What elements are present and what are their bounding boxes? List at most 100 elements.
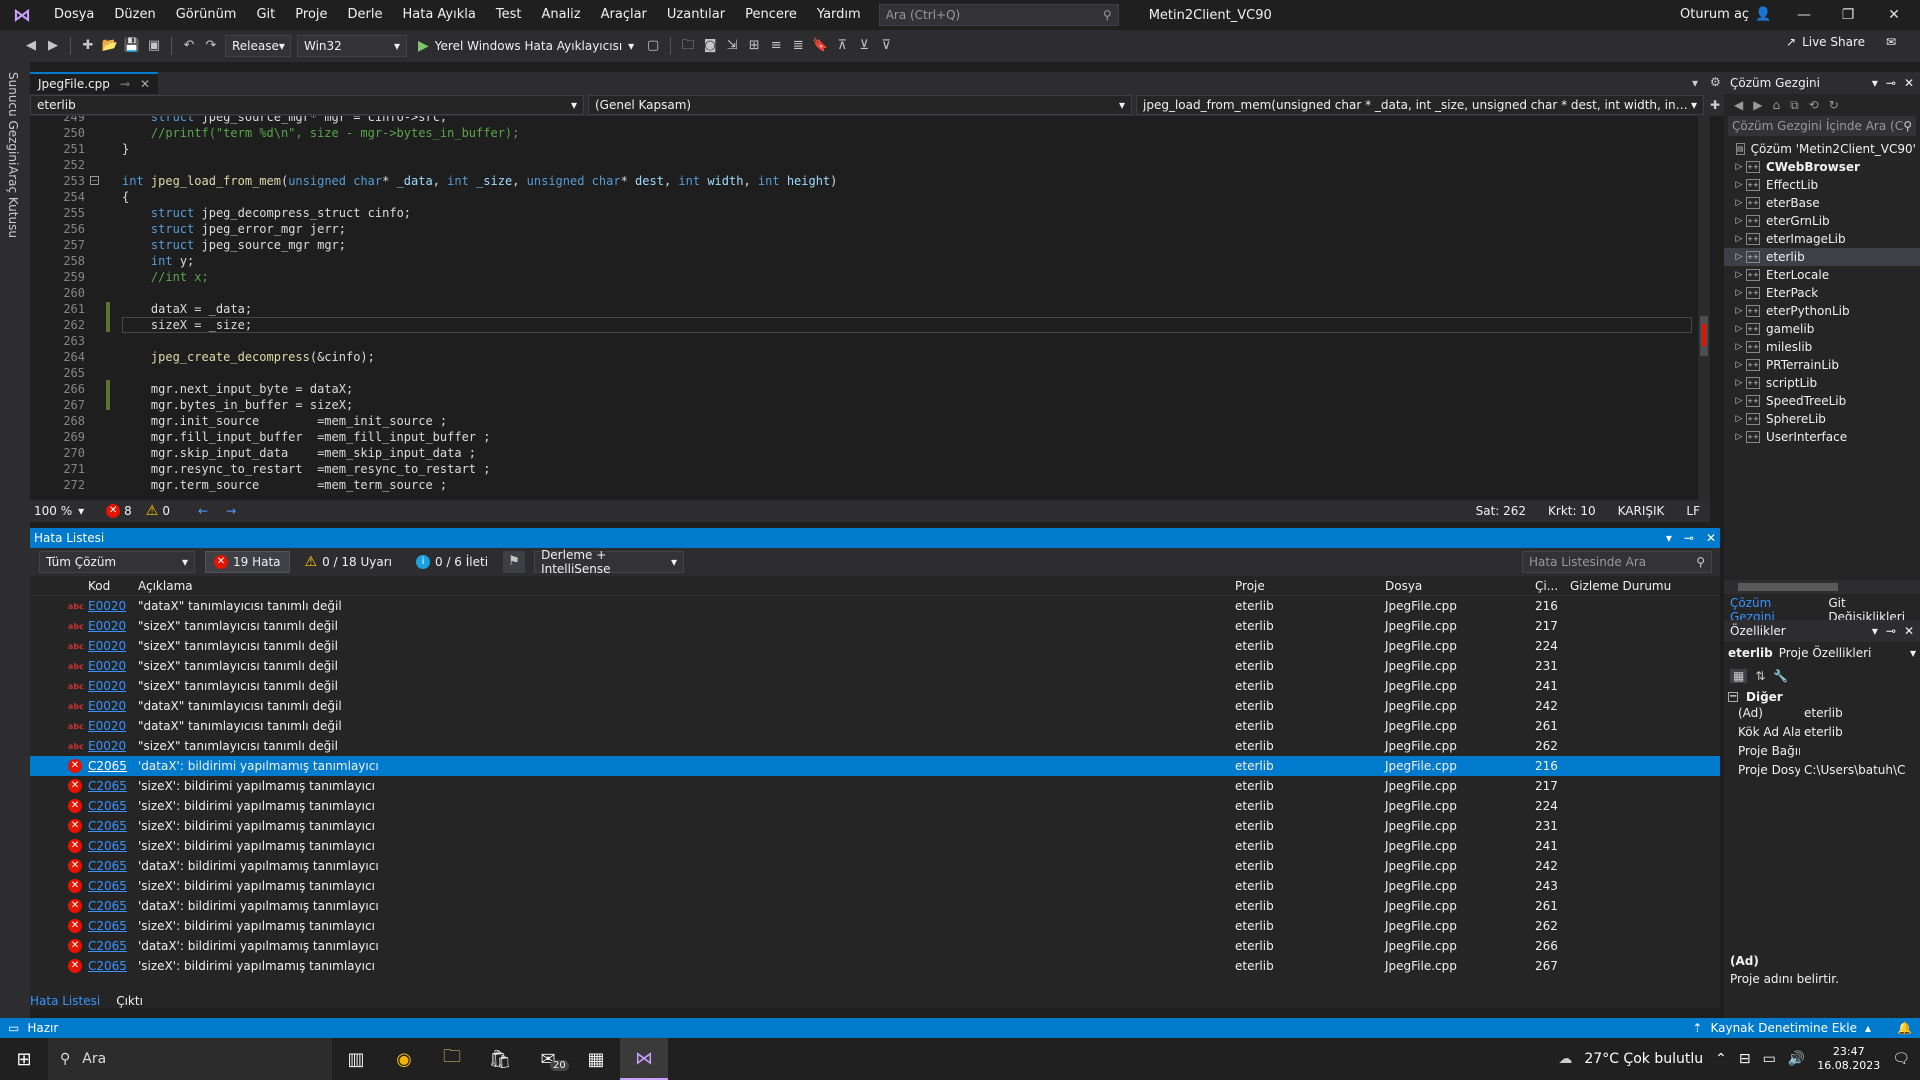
store-icon[interactable]: 🛍 — [476, 1038, 524, 1080]
error-row[interactable]: abc E0020 "sizeX" tanımlayıcısı tanımlı de… — [30, 676, 1720, 696]
error-search-input[interactable]: Hata Listesinde Ara ⚲ — [1522, 551, 1712, 573]
error-code-link[interactable]: C2065 — [88, 879, 138, 893]
menu-item[interactable]: Araçlar — [591, 0, 657, 30]
menu-item[interactable]: Test — [486, 0, 532, 30]
solution-root[interactable]: ▤ Çözüm 'Metin2Client_VC90' ( — [1724, 140, 1920, 158]
platform-select[interactable]: Win32 ▾ — [297, 35, 407, 57]
chevron-down-icon[interactable]: ▾ — [1872, 76, 1878, 90]
start-debugging-button[interactable]: ▶ Yerel Windows Hata Ayıklayıcısı ▾ — [418, 38, 634, 54]
error-code-link[interactable]: E0020 — [88, 599, 138, 613]
expand-icon[interactable]: ▷ — [1732, 306, 1746, 316]
close-icon[interactable]: ✕ — [140, 77, 150, 91]
error-row[interactable]: ✕ C2065'dataX': bildirimi yapılmamış tanı… — [30, 756, 1720, 776]
configuration-select[interactable]: Release ▾ — [225, 35, 291, 57]
header-line[interactable]: Çi... — [1535, 579, 1570, 593]
warnings-filter-button[interactable]: ⚠ 0 / 18 Uyarı — [296, 551, 401, 573]
wrench-icon[interactable]: 🔧 — [1773, 669, 1788, 683]
project-item[interactable]: ▷ ++ gamelib — [1724, 320, 1920, 338]
code-line[interactable]: } — [122, 142, 129, 156]
menu-item[interactable]: Uzantılar — [657, 0, 735, 30]
windows-start-icon[interactable]: ⊞ — [0, 1038, 48, 1080]
header-file[interactable]: Dosya — [1385, 579, 1535, 593]
project-item[interactable]: ▷ ++ EterLocale — [1724, 266, 1920, 284]
error-code-link[interactable]: C2065 — [88, 959, 138, 973]
chevron-down-icon[interactable]: ▾ — [78, 504, 84, 518]
code-line[interactable]: int y; — [122, 254, 194, 268]
expand-icon[interactable]: ▷ — [1732, 378, 1746, 388]
menu-item[interactable]: Hata Ayıkla — [392, 0, 485, 30]
project-item[interactable]: ▷ ++ scriptLib — [1724, 374, 1920, 392]
tab-git-changes[interactable]: Git Değişiklikleri — [1828, 596, 1920, 624]
tab-output[interactable]: Çıktı — [116, 994, 143, 1008]
browser-icon[interactable]: ▢ — [642, 35, 664, 57]
code-line[interactable]: struct jpeg_source_mgr mgr; — [122, 238, 346, 252]
expand-icon[interactable]: ▷ — [1732, 414, 1746, 424]
project-item[interactable]: ▷ ++ eterGrnLib — [1724, 212, 1920, 230]
header-description[interactable]: Açıklama — [138, 579, 1235, 593]
chevron-up-icon[interactable]: ▴ — [1865, 1021, 1871, 1035]
visual-studio-logo-icon[interactable]: ⋈ — [0, 0, 44, 30]
code-line[interactable]: mgr.resync_to_restart =mem_resync_to_res… — [122, 462, 491, 476]
error-code-link[interactable]: C2065 — [88, 839, 138, 853]
code-line[interactable]: mgr.skip_input_data =mem_skip_input_data… — [122, 446, 476, 460]
error-code-link[interactable]: E0020 — [88, 719, 138, 733]
property-value[interactable]: eterlib — [1800, 725, 1843, 744]
forward-icon[interactable]: ▶ — [42, 35, 64, 57]
expand-icon[interactable]: ▷ — [1732, 360, 1746, 370]
project-item[interactable]: ▷ ++ SpeedTreeLib — [1724, 392, 1920, 410]
code-line[interactable]: mgr.bytes_in_buffer = sizeX; — [122, 398, 353, 412]
switch-view-icon[interactable]: ⧉ — [1790, 98, 1799, 113]
header-project[interactable]: Proje — [1235, 579, 1385, 593]
calculator-icon[interactable]: ▦ — [572, 1038, 620, 1080]
code-line[interactable]: mgr.init_source =mem_init_source ; — [122, 414, 447, 428]
open-folder-icon[interactable]: 📂 — [99, 35, 121, 57]
error-row[interactable]: abc E0020 "sizeX" tanımlayıcısı tanımlı de… — [30, 656, 1720, 676]
error-count[interactable]: ✕ 8 — [106, 504, 132, 518]
expand-icon[interactable]: ▷ — [1732, 288, 1746, 298]
notification-bell-icon[interactable]: 🔔 — [1897, 1021, 1912, 1035]
zoom-level[interactable]: 100 % — [34, 504, 72, 518]
undo-icon[interactable]: ↶ — [178, 35, 200, 57]
toolbox-tab[interactable]: Araç Kutusu — [6, 166, 20, 238]
output-icon[interactable]: ▭ — [8, 1021, 19, 1035]
tree-horizontal-scrollbar[interactable] — [1724, 580, 1920, 594]
project-item[interactable]: ▷ ++ eterPythonLib — [1724, 302, 1920, 320]
redo-icon[interactable]: ↷ — [200, 35, 222, 57]
tab-jpegfile[interactable]: JpegFile.cpp ⊸ ✕ — [30, 72, 159, 94]
error-row[interactable]: ✕ C2065'dataX': bildirimi yapılmamış tanı… — [30, 896, 1720, 916]
search-box[interactable]: Ara (Ctrl+Q) ⚲ — [878, 4, 1119, 26]
chevron-up-icon[interactable]: ⌃ — [1715, 1051, 1727, 1067]
indent-mode[interactable]: KARIŞIK — [1618, 504, 1665, 518]
expand-icon[interactable]: ▷ — [1732, 234, 1746, 244]
error-row[interactable]: ✕ C2065'sizeX': bildirimi yapılmamış tanı… — [30, 796, 1720, 816]
project-item[interactable]: ▷ ++ eterImageLib — [1724, 230, 1920, 248]
scrollbar-thumb[interactable] — [1738, 583, 1838, 591]
back-icon[interactable]: ◀ — [20, 35, 42, 57]
error-code-link[interactable]: C2065 — [88, 779, 138, 793]
error-code-link[interactable]: E0020 — [88, 699, 138, 713]
volume-icon[interactable]: 🔊 — [1788, 1051, 1805, 1067]
properties-category[interactable]: − Diğer — [1724, 688, 1920, 706]
scope-select[interactable]: (Genel Kapsam) ▾ — [588, 95, 1132, 115]
notifications-icon[interactable]: 🗨 — [1892, 1051, 1910, 1067]
visual-studio-taskbar-icon[interactable]: ⋈ — [620, 1038, 668, 1080]
property-value[interactable]: eterlib — [1800, 706, 1843, 725]
error-row[interactable]: abc E0020 "sizeX" tanımlayıcısı tanımlı de… — [30, 636, 1720, 656]
add-source-control-button[interactable]: Kaynak Denetimine Ekle — [1710, 1021, 1857, 1035]
arrow-left-icon[interactable]: ← — [198, 504, 208, 518]
save-all-icon[interactable]: ▣ — [143, 35, 165, 57]
error-code-link[interactable]: C2065 — [88, 759, 138, 773]
line-ending[interactable]: LF — [1686, 504, 1700, 518]
error-code-link[interactable]: E0020 — [88, 679, 138, 693]
error-row[interactable]: ✕ C2065'sizeX': bildirimi yapılmamış tanı… — [30, 816, 1720, 836]
code-line[interactable]: dataX = _data; — [122, 302, 252, 316]
feedback-icon[interactable]: ✉ — [1886, 35, 1896, 49]
expand-icon[interactable]: ▷ — [1732, 324, 1746, 334]
property-value[interactable]: C:\Users\batuh\C — [1800, 763, 1905, 782]
alphabetical-icon[interactable]: ⇅ — [1755, 669, 1765, 683]
tab-dropdown-icon[interactable]: ▾ — [1692, 76, 1698, 90]
restore-icon[interactable]: ❐ — [1826, 0, 1870, 30]
project-item[interactable]: ▷ ++ SphereLib — [1724, 410, 1920, 428]
expand-icon[interactable]: ▷ — [1732, 198, 1746, 208]
chrome-icon[interactable]: ◉ — [380, 1038, 428, 1080]
